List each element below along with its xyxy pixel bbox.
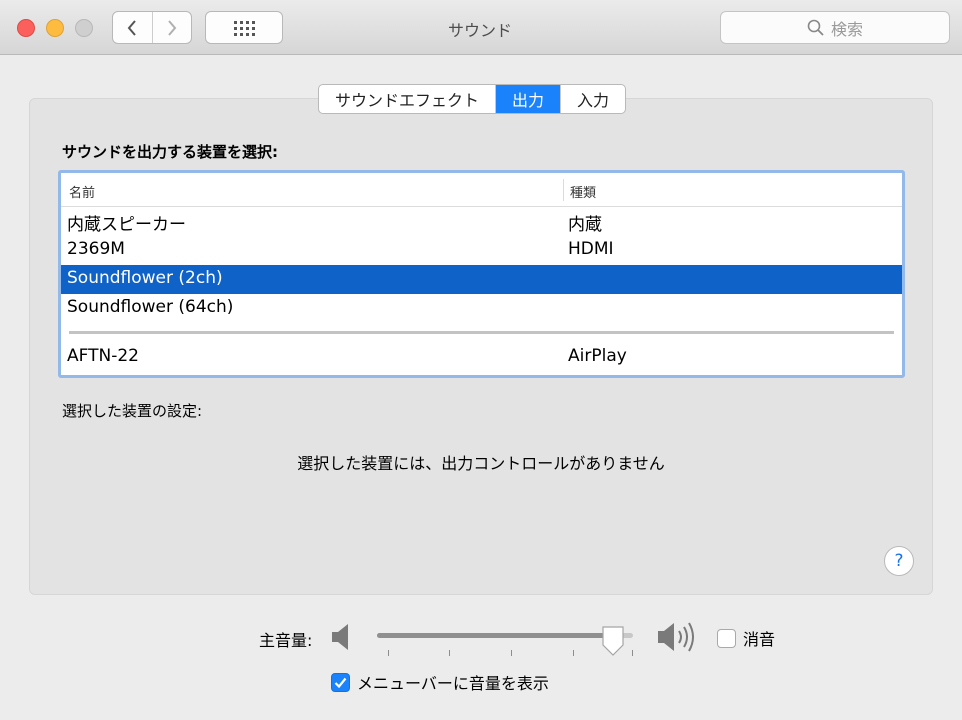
mute-checkbox[interactable]: 消音 — [717, 626, 775, 650]
output-device-heading: サウンドを出力する装置を選択: — [62, 143, 279, 161]
device-table[interactable]: 名前 種類 内蔵スピーカー 内蔵 2369M HDMI Soundflower … — [58, 170, 905, 378]
table-row[interactable]: 2369M HDMI — [61, 236, 902, 265]
no-controls-message: 選択した装置には、出力コントロールがありません — [297, 454, 665, 473]
device-type: 内蔵 — [568, 215, 602, 235]
list-separator — [61, 323, 902, 343]
slider-tick — [573, 650, 574, 656]
help-button[interactable]: ? — [884, 546, 914, 576]
volume-label: 主音量: — [259, 631, 313, 650]
slider-tick — [632, 650, 633, 656]
menubar-checkbox-box[interactable] — [331, 672, 350, 692]
table-row[interactable]: 内蔵スピーカー 内蔵 — [61, 207, 902, 236]
title-bar: サウンド 検索 — [0, 0, 962, 55]
device-type: AirPlay — [568, 346, 627, 366]
chevron-left-icon — [127, 19, 137, 36]
volume-slider[interactable] — [377, 620, 635, 660]
show-volume-in-menubar-checkbox[interactable]: メニューバーに音量を表示 — [331, 670, 549, 694]
search-icon — [807, 19, 824, 36]
show-all-button[interactable] — [205, 11, 283, 44]
tab-output[interactable]: 出力 — [495, 85, 561, 113]
chevron-right-icon — [167, 19, 177, 36]
table-row[interactable]: AFTN-22 AirPlay — [61, 343, 902, 372]
device-name: AFTN-22 — [67, 346, 139, 366]
table-header: 名前 種類 — [61, 173, 902, 207]
slider-fill — [377, 633, 613, 638]
device-name: Soundflower (64ch) — [67, 297, 234, 317]
device-settings-heading: 選択した装置の設定: — [62, 402, 203, 420]
speaker-high-icon — [658, 622, 694, 652]
grid-icon — [234, 20, 255, 36]
mute-checkbox-box[interactable] — [717, 628, 736, 648]
device-name: Soundflower (2ch) — [67, 268, 223, 288]
tab-sound-effects[interactable]: サウンドエフェクト — [319, 85, 495, 113]
zoom-window-button[interactable] — [75, 19, 93, 37]
device-type: HDMI — [568, 239, 614, 259]
mute-label: 消音 — [743, 630, 776, 649]
slider-tick — [449, 650, 450, 656]
tab-input[interactable]: 入力 — [560, 85, 625, 113]
search-field[interactable]: 検索 — [720, 11, 950, 44]
slider-tick — [388, 650, 389, 656]
forward-button[interactable] — [151, 12, 192, 43]
slider-knob[interactable] — [601, 625, 625, 657]
column-header-name[interactable]: 名前 — [69, 182, 95, 201]
search-placeholder: 検索 — [830, 19, 863, 39]
checkmark-icon — [334, 677, 347, 688]
window-title: サウンド — [447, 21, 512, 40]
table-row-selected[interactable]: Soundflower (2ch) — [61, 265, 902, 294]
column-header-type[interactable]: 種類 — [570, 182, 596, 201]
menubar-checkbox-label: メニューバーに音量を表示 — [357, 674, 549, 693]
tab-bar: サウンドエフェクト 出力 入力 — [318, 84, 627, 114]
minimize-window-button[interactable] — [46, 19, 64, 37]
close-window-button[interactable] — [17, 19, 35, 37]
table-row[interactable]: Soundflower (64ch) — [61, 294, 902, 323]
speaker-low-icon — [332, 624, 348, 650]
column-divider — [563, 179, 564, 201]
back-forward-buttons — [112, 11, 192, 44]
device-name: 内蔵スピーカー — [67, 215, 186, 235]
back-button[interactable] — [113, 12, 152, 43]
slider-tick — [511, 650, 512, 656]
device-name: 2369M — [67, 239, 125, 259]
